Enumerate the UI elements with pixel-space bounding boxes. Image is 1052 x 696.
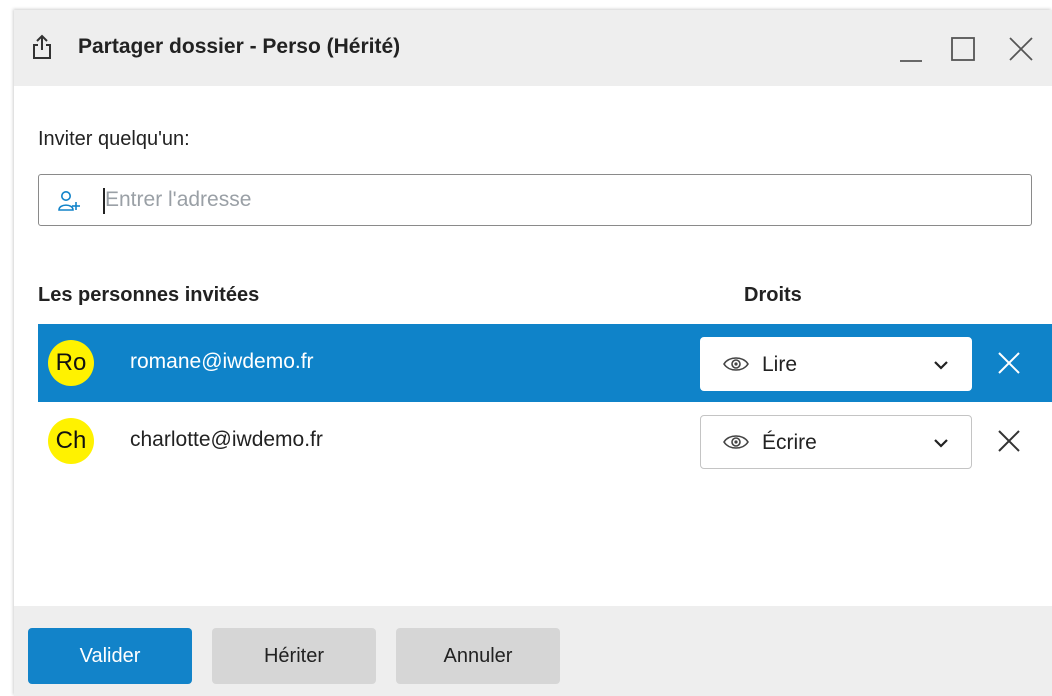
maximize-icon: [951, 37, 975, 61]
invitee-email: charlotte@iwdemo.fr: [130, 428, 323, 451]
invitee-row[interactable]: Ro romane@iwdemo.fr Lire: [38, 324, 1052, 402]
cancel-button[interactable]: Annuler: [396, 628, 560, 684]
rights-value: Écrire: [762, 431, 817, 454]
column-header-rights: Droits: [744, 284, 802, 306]
invitee-row[interactable]: Ch charlotte@iwdemo.fr Écrire: [38, 402, 1052, 480]
minimize-icon: [900, 60, 922, 62]
avatar: Ch: [48, 418, 94, 464]
invitee-email: romane@iwdemo.fr: [130, 350, 314, 373]
share-dialog: Partager dossier - Perso (Hérité) Invite…: [14, 10, 1052, 696]
add-user-icon: [57, 189, 81, 213]
chevron-down-icon: [933, 436, 949, 448]
close-icon: [998, 430, 1020, 452]
inherit-button[interactable]: Hériter: [212, 628, 376, 684]
invite-label: Inviter quelqu'un:: [38, 128, 190, 150]
remove-invitee-button[interactable]: [996, 428, 1022, 454]
column-header-people: Les personnes invitées: [38, 284, 260, 306]
eye-icon: [723, 355, 749, 373]
window-border-left: [0, 0, 14, 696]
validate-button[interactable]: Valider: [28, 628, 192, 684]
remove-invitee-button[interactable]: [996, 350, 1022, 376]
title-bar[interactable]: Partager dossier - Perso (Hérité): [14, 10, 1052, 86]
maximize-button[interactable]: [946, 32, 980, 66]
close-icon: [998, 352, 1020, 374]
eye-icon: [723, 433, 749, 451]
minimize-button[interactable]: [894, 32, 928, 66]
close-icon: [1009, 37, 1033, 61]
dialog-footer: Valider Hériter Annuler: [14, 606, 1052, 696]
invite-field[interactable]: [38, 174, 1032, 226]
rights-select[interactable]: Lire: [700, 337, 972, 391]
share-upload-icon: [31, 34, 53, 60]
close-window-button[interactable]: [1004, 32, 1038, 66]
dialog-title: Partager dossier - Perso (Hérité): [78, 35, 401, 58]
rights-select[interactable]: Écrire: [700, 415, 972, 469]
avatar: Ro: [48, 340, 94, 386]
rights-value: Lire: [762, 353, 798, 376]
invite-input[interactable]: [105, 183, 1005, 217]
chevron-down-icon: [933, 358, 949, 370]
window-border-top: [0, 0, 1052, 10]
